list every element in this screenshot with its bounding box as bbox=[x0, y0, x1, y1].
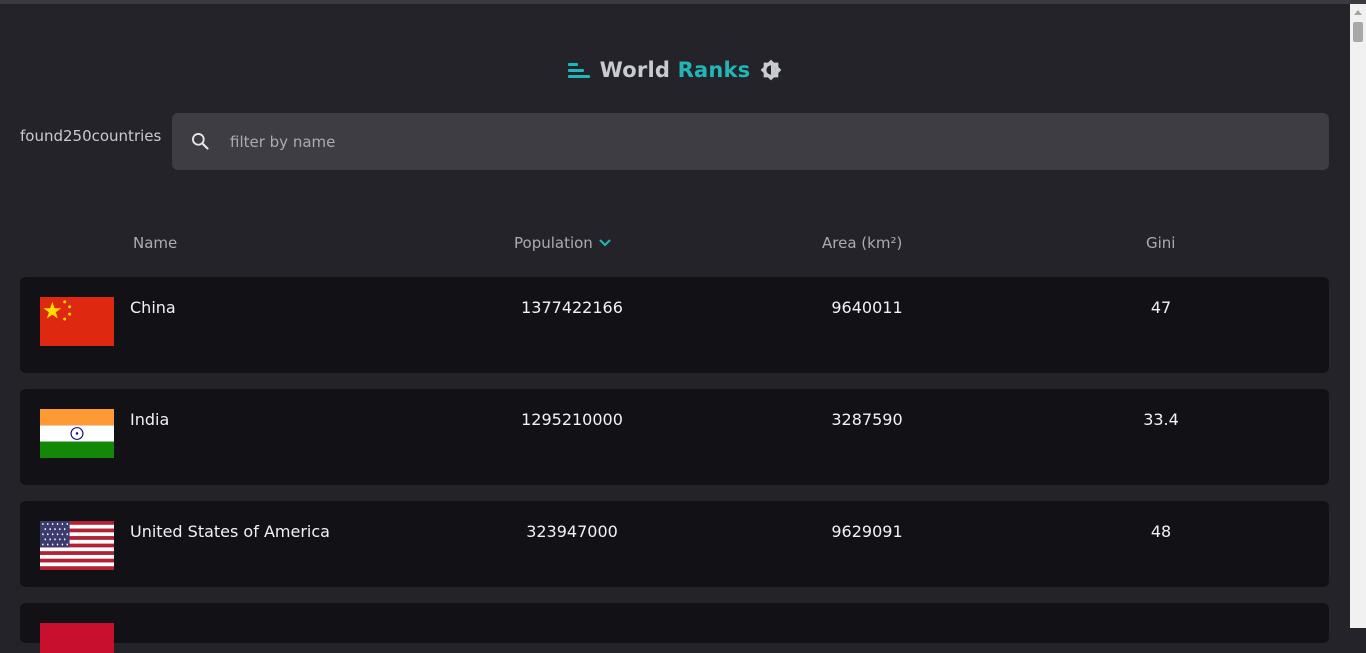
country-population: 1377422166 bbox=[521, 298, 623, 317]
search-row: found250countries bbox=[20, 113, 1329, 170]
page: World Ranks found250countries Name Popul… bbox=[0, 4, 1350, 653]
country-name: United States of America bbox=[130, 522, 330, 541]
country-count: found250countries bbox=[20, 127, 162, 145]
country-name: China bbox=[130, 298, 176, 317]
table-row[interactable]: China 1377422166 9640011 47 bbox=[20, 277, 1329, 373]
column-header-gini[interactable]: Gini bbox=[1146, 234, 1175, 252]
column-header-name[interactable]: Name bbox=[133, 234, 177, 252]
vertical-scrollbar[interactable] bbox=[1350, 4, 1366, 628]
app-title-main: World bbox=[599, 58, 671, 82]
country-name: India bbox=[130, 410, 170, 429]
usa-flag bbox=[40, 521, 114, 570]
table-header: Name Population Area (km²) Gini bbox=[20, 232, 1329, 256]
country-area: 3287590 bbox=[831, 410, 903, 429]
app-title: World Ranks bbox=[600, 58, 751, 82]
country-gini: 33.4 bbox=[1143, 410, 1179, 429]
table-row[interactable]: United States of America 323947000 96290… bbox=[20, 501, 1329, 587]
country-gini: 47 bbox=[1150, 298, 1172, 317]
scrollbar-thumb[interactable] bbox=[1353, 22, 1363, 42]
india-flag bbox=[40, 409, 114, 458]
country-gini: 48 bbox=[1150, 522, 1172, 541]
column-header-population[interactable]: Population bbox=[514, 234, 611, 252]
app-title-accent: Ranks bbox=[677, 58, 751, 82]
country-population: 323947000 bbox=[526, 522, 618, 541]
country-area: 9640011 bbox=[831, 298, 903, 317]
table-row[interactable]: India 1295210000 3287590 33.4 bbox=[20, 389, 1329, 485]
table-row[interactable] bbox=[20, 603, 1329, 653]
app-header: World Ranks bbox=[0, 54, 1350, 86]
search-icon bbox=[192, 133, 209, 150]
country-population: 1295210000 bbox=[521, 410, 623, 429]
chevron-down-icon bbox=[599, 239, 611, 246]
china-flag bbox=[40, 297, 114, 346]
scroll-up-arrow-icon[interactable] bbox=[1354, 10, 1362, 15]
column-header-population-label: Population bbox=[514, 234, 593, 252]
search-box[interactable] bbox=[172, 113, 1329, 170]
country-area: 9629091 bbox=[831, 522, 903, 541]
bar-chart-logo-icon bbox=[567, 62, 590, 78]
column-header-area[interactable]: Area (km²) bbox=[822, 234, 902, 252]
brightness-icon[interactable] bbox=[760, 59, 782, 81]
search-input[interactable] bbox=[228, 125, 1312, 159]
